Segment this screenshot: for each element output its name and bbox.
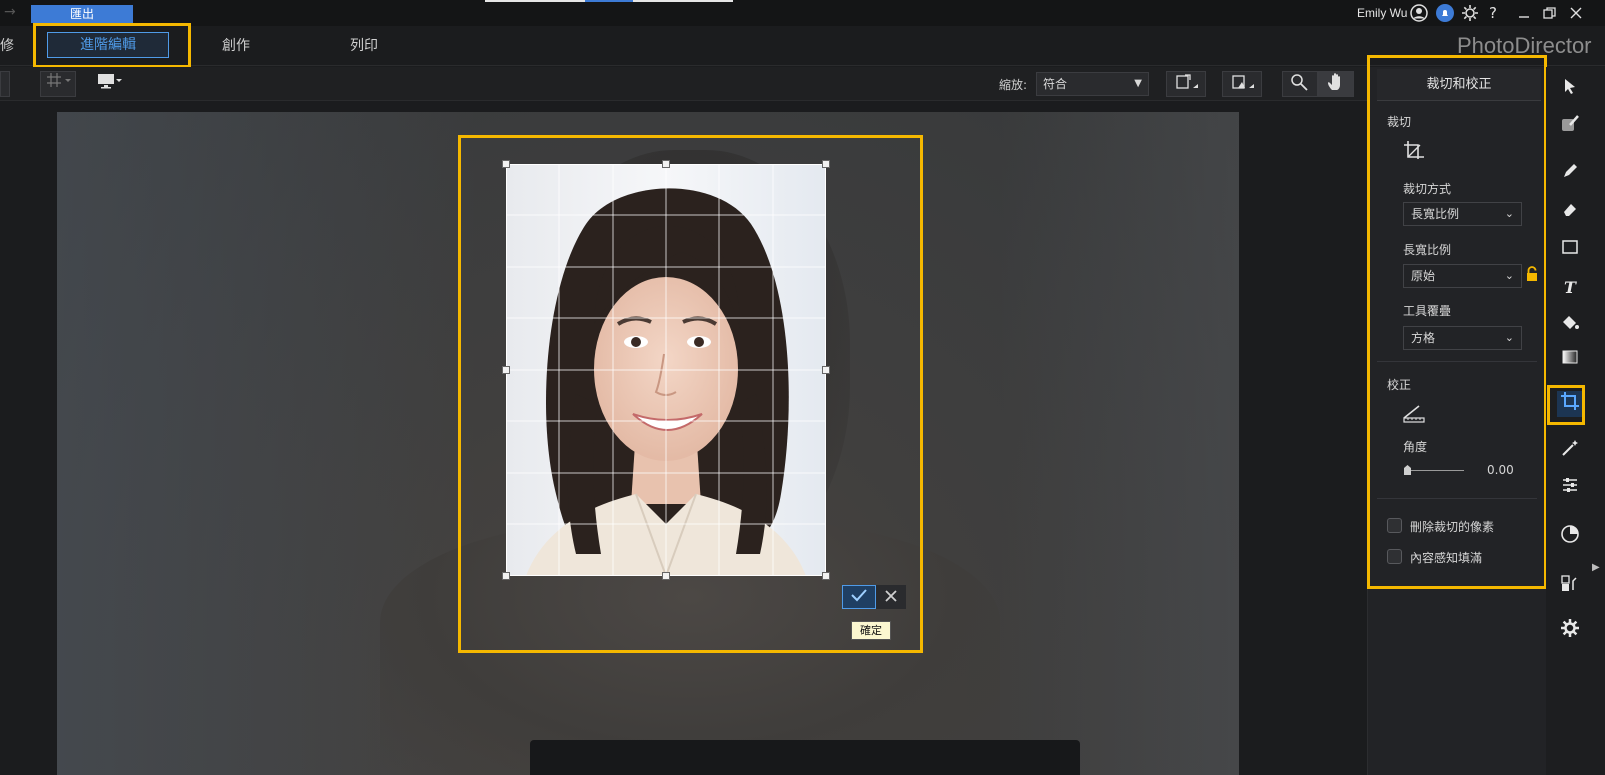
brush-mask-icon[interactable] [1557, 113, 1583, 139]
magic-wand-icon[interactable] [1557, 438, 1583, 464]
zoom-label: 縮放: [999, 78, 1028, 92]
collapse-panel-arrow-icon[interactable]: ▶ [1592, 562, 1600, 573]
highlight-advanced-tab [33, 23, 191, 68]
tab-print[interactable]: 列印 [350, 35, 378, 55]
settings-gear-icon[interactable] [1557, 618, 1583, 644]
gradient-tool-icon[interactable] [1557, 348, 1583, 374]
display-monitor-icon[interactable] [92, 71, 126, 97]
hand-pan-icon[interactable] [1318, 71, 1354, 97]
tab-retouch-partial[interactable]: 修 [0, 35, 14, 55]
toolbar-partial-button[interactable] [0, 71, 10, 97]
highlight-crop-tool [1547, 385, 1585, 425]
highlight-panel [1367, 55, 1547, 589]
export-share-icon[interactable] [1557, 573, 1583, 599]
export-tab[interactable]: 匯出 [31, 5, 133, 23]
rotate-export-icon[interactable] [1166, 71, 1206, 97]
tab-create[interactable]: 創作 [222, 35, 250, 55]
text-tool-icon[interactable]: T [1557, 275, 1583, 301]
compare-view-icon[interactable] [1222, 71, 1262, 97]
adjustment-sliders-icon[interactable] [1557, 476, 1583, 502]
top-indicator [633, 0, 733, 2]
notification-icon[interactable] [1436, 4, 1454, 22]
rectangle-shape-icon[interactable] [1557, 238, 1583, 264]
settings-gear-icon[interactable] [1461, 4, 1479, 22]
account-icon[interactable] [1410, 4, 1428, 22]
close-icon[interactable] [1567, 4, 1585, 22]
top-indicator [485, 0, 585, 2]
color-wheel-icon[interactable] [1557, 524, 1583, 550]
top-indicator-active [585, 0, 633, 2]
eraser-icon[interactable] [1557, 200, 1583, 226]
minimize-icon[interactable] [1515, 4, 1533, 22]
photo-dimmed-laptop [530, 740, 1080, 775]
grid-toggle-icon[interactable] [40, 71, 76, 97]
highlight-crop-area [458, 135, 923, 653]
help-button[interactable]: ? [1484, 4, 1502, 22]
pen-draw-icon[interactable] [1557, 162, 1583, 188]
restore-icon[interactable] [1540, 4, 1558, 22]
toolbar [0, 67, 1367, 101]
zoom-select[interactable]: 符合 ▼ [1036, 72, 1149, 96]
select-arrow-icon[interactable] [1557, 77, 1583, 103]
zoom-value: 符合 [1043, 77, 1068, 91]
chevron-down-icon: ▼ [1134, 78, 1142, 89]
paint-bucket-icon[interactable] [1557, 312, 1583, 338]
photo-background-blur-right [1000, 112, 1239, 775]
user-name[interactable]: Emily Wu [1357, 6, 1407, 20]
back-arrow-icon[interactable]: → [4, 4, 16, 20]
zoom-tool-icon[interactable] [1282, 71, 1318, 97]
